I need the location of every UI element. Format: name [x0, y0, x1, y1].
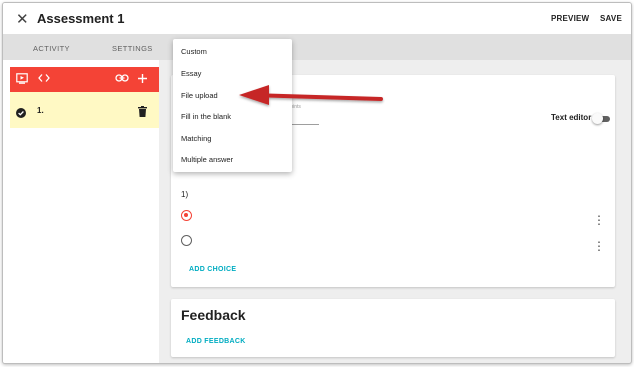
- add-feedback-button[interactable]: ADD FEEDBACK: [186, 338, 246, 345]
- tab-settings[interactable]: SETTINGS: [112, 44, 153, 53]
- annotation-arrow-icon: [239, 85, 383, 105]
- link-icon[interactable]: [115, 73, 129, 86]
- text-editor-label: Text editor: [551, 113, 592, 122]
- menu-item-essay[interactable]: Essay: [181, 69, 201, 78]
- more-vert-icon[interactable]: ⋮: [593, 214, 605, 226]
- page-title: Assessment 1: [37, 11, 125, 26]
- app-window: ✕ Assessment 1 PREVIEW SAVE ACTIVITY SET…: [2, 2, 632, 364]
- add-icon[interactable]: [137, 73, 148, 87]
- add-choice-button[interactable]: ADD CHOICE: [189, 266, 236, 273]
- preview-icon[interactable]: [16, 73, 28, 87]
- preview-button[interactable]: PREVIEW: [551, 14, 589, 23]
- question-number-label: 1): [181, 190, 189, 199]
- choice-radio-2[interactable]: [181, 235, 192, 246]
- sidebar-question-item[interactable]: 1.: [10, 92, 159, 128]
- menu-item-file-upload[interactable]: File upload: [181, 91, 218, 100]
- menu-item-multiple-answer[interactable]: Multiple answer: [181, 155, 233, 164]
- code-icon[interactable]: [38, 73, 50, 86]
- tab-activity[interactable]: ACTIVITY: [33, 44, 70, 53]
- check-circle-icon: [16, 105, 26, 123]
- save-button[interactable]: SAVE: [600, 14, 622, 23]
- close-icon[interactable]: ✕: [16, 10, 29, 28]
- menu-item-custom[interactable]: Custom: [181, 47, 207, 56]
- tab-bar: ACTIVITY SETTINGS: [3, 35, 631, 60]
- menu-item-matching[interactable]: Matching: [181, 134, 211, 143]
- top-app-bar: ✕ Assessment 1 PREVIEW SAVE: [3, 3, 631, 35]
- menu-item-fill-in-the-blank[interactable]: Fill in the blank: [181, 112, 231, 121]
- trash-icon[interactable]: [138, 104, 147, 122]
- feedback-title: Feedback: [181, 307, 246, 323]
- sidebar-question-toolbar: [10, 67, 159, 92]
- choice-radio-1[interactable]: [181, 210, 192, 221]
- more-vert-icon[interactable]: ⋮: [593, 240, 605, 252]
- question-number: 1.: [37, 106, 44, 115]
- toggle-knob[interactable]: [592, 113, 603, 124]
